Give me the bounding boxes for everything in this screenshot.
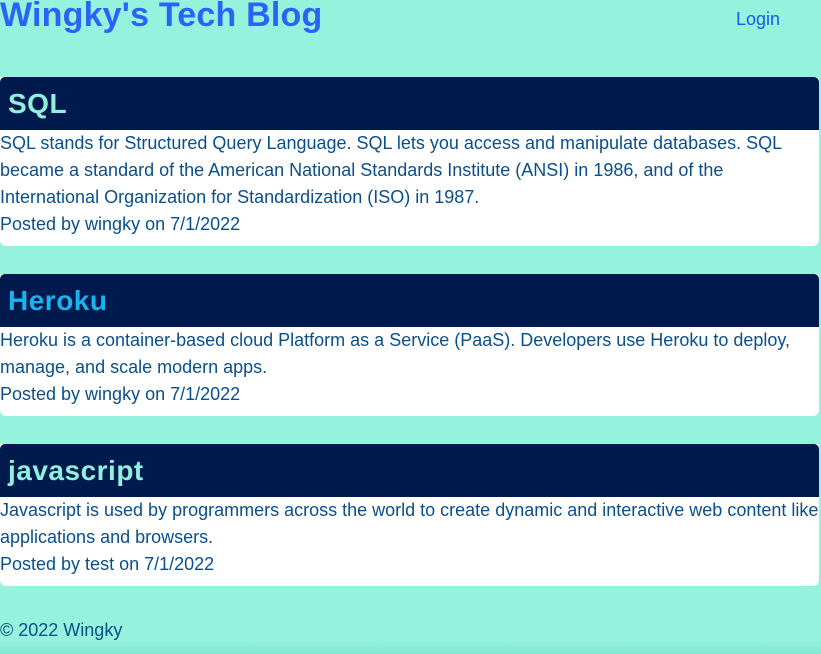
bottom-fade-decoration: [0, 640, 821, 654]
post-title[interactable]: javascript: [8, 455, 144, 487]
site-title-link[interactable]: Wingky's Tech Blog: [0, 0, 322, 35]
post-title[interactable]: SQL: [8, 88, 67, 120]
post-body: Heroku is a container-based cloud Platfo…: [0, 327, 819, 416]
post-card[interactable]: Heroku Heroku is a container-based cloud…: [0, 274, 819, 416]
post-content: Heroku is a container-based cloud Platfo…: [0, 330, 791, 377]
post-header: SQL: [0, 77, 819, 130]
post-meta: Posted by test on 7/1/2022: [0, 554, 215, 574]
post-body: SQL stands for Structured Query Language…: [0, 130, 819, 246]
post-header: javascript: [0, 444, 819, 497]
post-card[interactable]: SQL SQL stands for Structured Query Lang…: [0, 77, 819, 246]
site-header: Wingky's Tech Blog Login: [0, 0, 821, 60]
post-body: Javascript is used by programmers across…: [0, 497, 819, 586]
login-link[interactable]: Login: [736, 9, 780, 30]
post-meta: Posted by wingky on 7/1/2022: [0, 214, 241, 234]
post-content: Javascript is used by programmers across…: [0, 500, 819, 547]
copyright-text: © 2022 Wingky: [0, 620, 123, 640]
post-content: SQL stands for Structured Query Language…: [0, 133, 782, 207]
post-header: Heroku: [0, 274, 819, 327]
post-title[interactable]: Heroku: [8, 285, 107, 317]
post-card[interactable]: javascript Javascript is used by program…: [0, 444, 819, 586]
site-footer: © 2022 Wingky: [0, 620, 122, 641]
post-list: SQL SQL stands for Structured Query Lang…: [0, 77, 819, 614]
post-meta: Posted by wingky on 7/1/2022: [0, 384, 241, 404]
